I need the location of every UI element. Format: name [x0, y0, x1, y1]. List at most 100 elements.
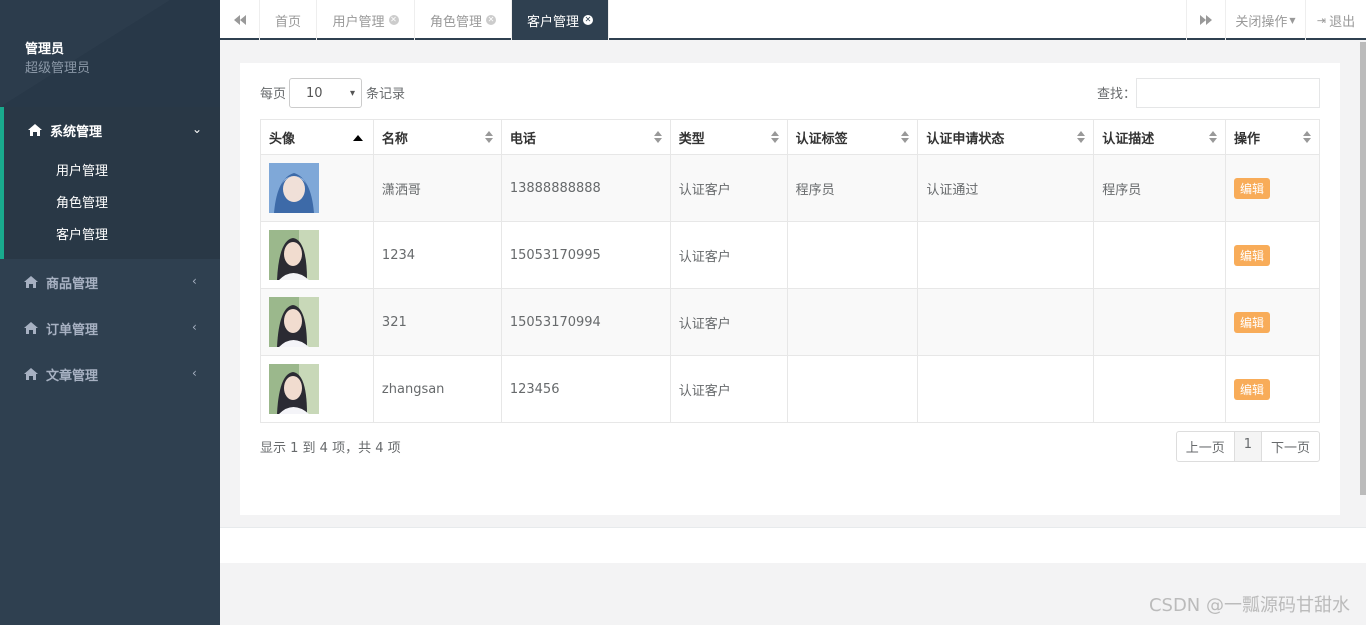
pagination: 上一页 1 下一页: [1175, 431, 1320, 462]
cell-tag: [786, 355, 919, 423]
chevron-left-icon: ‹: [192, 366, 197, 380]
cell-phone: 15053170995: [500, 221, 671, 289]
header-action[interactable]: 操作: [1225, 119, 1320, 155]
header-status[interactable]: 认证申请状态: [917, 119, 1095, 155]
profile-header: 管理员 超级管理员: [0, 0, 220, 107]
home-icon: [28, 124, 42, 136]
double-chevron-left-icon: [233, 15, 246, 25]
chevron-down-icon: ▾: [349, 87, 355, 99]
submenu-role[interactable]: 角色管理: [56, 192, 108, 211]
header-name-label: 名称: [381, 131, 408, 147]
sidebar: 管理员 超级管理员 系统管理 ⌄ 用户管理 角色管理 客户管理 商品管理 ‹ 订…: [0, 0, 220, 625]
cell-name: 321: [372, 288, 502, 356]
header-desc-label: 认证描述: [1102, 131, 1155, 147]
top-tabbar: 首页 用户管理 ✕ 角色管理 ✕ 客户管理 ✕ 关闭操作 ▼ ⇥ 退出: [220, 0, 1366, 40]
header-name[interactable]: 名称: [372, 119, 502, 155]
profile-role: 超级管理员: [25, 61, 91, 76]
submenu-customer[interactable]: 客户管理: [56, 224, 108, 243]
header-tag-label: 认证标签: [795, 131, 848, 147]
cell-status: [917, 288, 1095, 356]
cell-action: 编辑: [1225, 288, 1320, 356]
next-page-button[interactable]: 下一页: [1262, 432, 1319, 461]
edit-button[interactable]: 编辑: [1234, 177, 1271, 199]
cell-tag: [786, 288, 919, 356]
tab-user-label: 用户管理: [332, 14, 385, 30]
search-input[interactable]: [1136, 78, 1320, 108]
sort-icon: [1303, 131, 1311, 143]
menu-system-label: 系统管理: [50, 124, 103, 140]
close-icon[interactable]: ✕: [388, 15, 399, 25]
profile-name[interactable]: 管理员: [25, 38, 64, 57]
cell-desc: 程序员: [1093, 154, 1227, 222]
table-row: 潇洒哥 13888888888 认证客户 程序员 认证通过 程序员 编辑: [260, 154, 1320, 222]
cell-tag: 程序员: [786, 154, 919, 222]
sort-icon: [1077, 131, 1086, 143]
customer-table-panel: 每页 10 ▾ 条记录 查找： 头像 名称 电话 类型 认证标签 认证申请状态 …: [240, 63, 1340, 515]
tab-customer-management[interactable]: 客户管理 ✕: [512, 0, 609, 40]
tab-home[interactable]: 首页: [260, 0, 317, 40]
header-avatar[interactable]: 头像: [260, 119, 374, 155]
header-desc[interactable]: 认证描述: [1093, 119, 1227, 155]
cell-type: 认证客户: [669, 221, 788, 289]
edit-button[interactable]: 编辑: [1234, 378, 1271, 400]
avatar: [269, 163, 319, 213]
avatar-cell: [260, 355, 374, 423]
header-type-label: 类型: [678, 131, 705, 147]
edit-button[interactable]: 编辑: [1234, 311, 1271, 333]
caret-down-icon: ▼: [1289, 15, 1296, 25]
menu-orders[interactable]: 订单管理: [24, 318, 98, 338]
cell-type: 认证客户: [669, 288, 788, 356]
per-page-value: 10: [306, 85, 323, 101]
sort-icon: [901, 131, 910, 143]
page-footer: [220, 527, 1366, 563]
per-page-select[interactable]: 10 ▾: [289, 78, 362, 108]
close-icon[interactable]: ✕: [486, 15, 496, 25]
menu-articles[interactable]: 文章管理: [24, 364, 98, 384]
home-icon: [24, 322, 38, 334]
tab-home-label: 首页: [274, 14, 301, 30]
menu-goods[interactable]: 商品管理: [24, 272, 98, 292]
header-type[interactable]: 类型: [669, 119, 788, 155]
close-ops-label: 关闭操作: [1235, 14, 1288, 30]
tab-role-management[interactable]: 角色管理 ✕: [415, 0, 512, 40]
cell-name: zhangsan: [372, 355, 502, 423]
cell-action: 编辑: [1225, 154, 1320, 222]
tab-user-management[interactable]: 用户管理 ✕: [317, 0, 415, 40]
sort-icon: [770, 131, 779, 143]
double-chevron-right-icon: [1200, 15, 1212, 25]
per-page-suffix: 条记录: [366, 87, 406, 102]
header-phone[interactable]: 电话: [500, 119, 671, 155]
header-avatar-label: 头像: [269, 131, 296, 147]
scrollbar[interactable]: [1360, 42, 1366, 495]
cell-name: 1234: [372, 221, 502, 289]
menu-articles-label: 文章管理: [46, 368, 99, 384]
search-label: 查找：: [1097, 87, 1137, 102]
tabs-scroll-right-button[interactable]: [1186, 0, 1226, 40]
tab-customer-label: 客户管理: [526, 14, 579, 30]
header-tag[interactable]: 认证标签: [786, 119, 919, 155]
menu-system[interactable]: 系统管理: [28, 120, 102, 140]
home-icon: [24, 276, 38, 288]
cell-status: [917, 221, 1095, 289]
table-row: 1234 15053170995 认证客户 编辑: [260, 221, 1320, 289]
chevron-left-icon: ‹: [192, 274, 197, 288]
close-operations-dropdown[interactable]: 关闭操作 ▼: [1226, 0, 1306, 40]
cell-action: 编辑: [1225, 355, 1320, 423]
submenu-user[interactable]: 用户管理: [56, 160, 108, 179]
edit-button[interactable]: 编辑: [1234, 244, 1271, 266]
menu-goods-label: 商品管理: [46, 276, 99, 292]
close-icon[interactable]: ✕: [583, 15, 593, 25]
cell-status: 认证通过: [917, 154, 1095, 222]
cell-desc: [1093, 355, 1227, 423]
cell-type: 认证客户: [669, 355, 788, 423]
per-page-prefix: 每页: [260, 87, 287, 102]
prev-page-button[interactable]: 上一页: [1177, 432, 1235, 461]
avatar-cell: [260, 221, 374, 289]
menu-orders-label: 订单管理: [46, 322, 99, 338]
avatar: [269, 230, 319, 280]
page-1-button[interactable]: 1: [1234, 432, 1262, 461]
tabs-scroll-left-button[interactable]: [220, 0, 260, 40]
logout-button[interactable]: ⇥ 退出: [1306, 0, 1366, 40]
avatar: [269, 297, 319, 347]
cell-phone: 15053170994: [500, 288, 671, 356]
